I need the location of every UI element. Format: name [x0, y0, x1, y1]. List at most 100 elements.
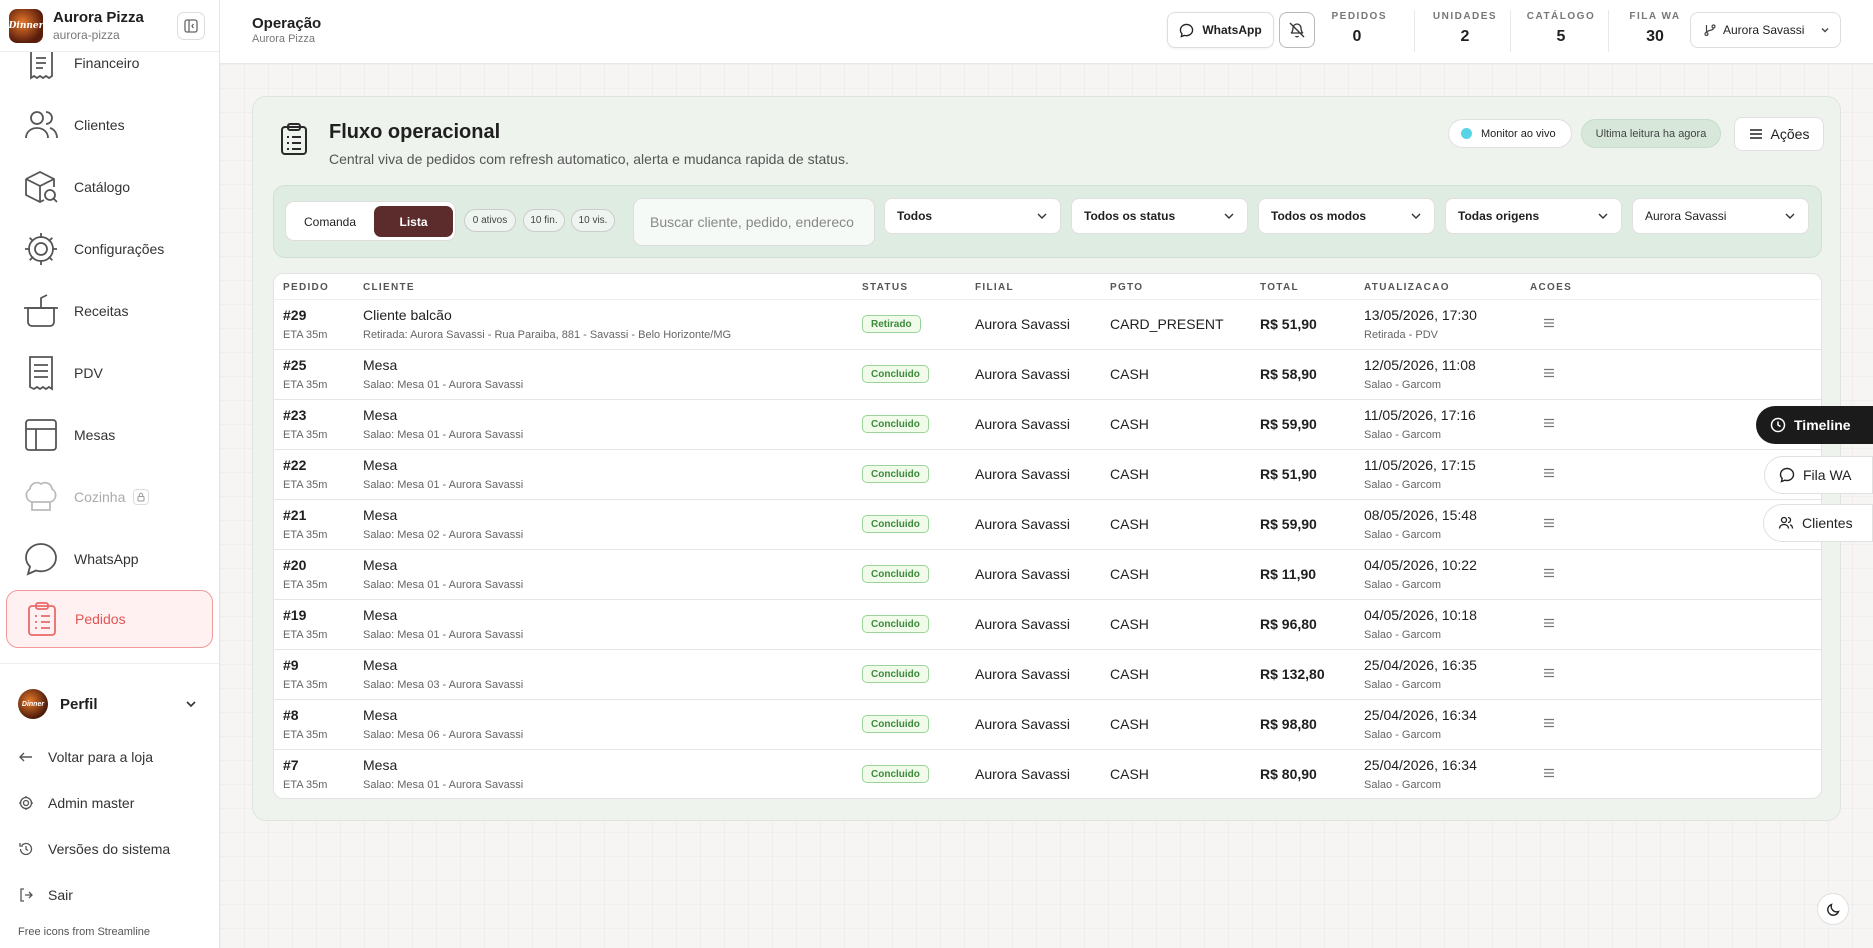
- select-value: Todos: [897, 209, 933, 223]
- table-row[interactable]: #21 ETA 35m Mesa Salao: Mesa 02 - Aurora Sa…: [274, 500, 1821, 550]
- status-badge[interactable]: Concluido: [862, 565, 929, 583]
- order-id[interactable]: #23: [283, 407, 306, 423]
- clientes-button[interactable]: Clientes: [1763, 504, 1873, 542]
- row-actions-menu-icon[interactable]: [1542, 366, 1556, 380]
- row-actions-menu-icon[interactable]: [1542, 666, 1556, 680]
- system-versions-link[interactable]: Versões do sistema: [0, 826, 219, 872]
- order-id[interactable]: #19: [283, 607, 306, 623]
- live-monitor-toggle[interactable]: Monitor ao vivo: [1448, 119, 1572, 148]
- status-badge[interactable]: Concluido: [862, 715, 929, 733]
- order-address: Salao: Mesa 01 - Aurora Savassi: [363, 429, 524, 441]
- order-id[interactable]: #21: [283, 507, 306, 523]
- table-row[interactable]: #19 ETA 35m Mesa Salao: Mesa 01 - Aurora Sa…: [274, 600, 1821, 650]
- row-actions-menu-icon[interactable]: [1542, 616, 1556, 630]
- sidebar-item-receitas[interactable]: Receitas: [0, 280, 219, 342]
- sidebar-item-configuracoes[interactable]: Configurações: [0, 218, 219, 280]
- order-origin: Salao - Garcom: [1364, 429, 1442, 441]
- active-count-badge: 0 ativos: [464, 209, 516, 232]
- sidebar-item-whatsapp[interactable]: WhatsApp: [0, 528, 219, 590]
- side-link-label: Admin master: [48, 795, 135, 811]
- order-total: R$ 96,80: [1260, 616, 1317, 632]
- sidebar-item-label: PDV: [74, 365, 103, 381]
- order-id[interactable]: #7: [283, 757, 299, 773]
- table-row[interactable]: #7 ETA 35m Mesa Salao: Mesa 01 - Aurora Sav…: [274, 750, 1821, 798]
- icon-credit[interactable]: Free icons from Streamline: [18, 926, 150, 938]
- row-actions-menu-icon[interactable]: [1542, 316, 1556, 330]
- sidebar-item-cozinha[interactable]: Cozinha: [0, 466, 219, 528]
- table-row[interactable]: #25 ETA 35m Mesa Salao: Mesa 01 - Aurora Sa…: [274, 350, 1821, 400]
- status-badge[interactable]: Concluido: [862, 765, 929, 783]
- branch-selector[interactable]: Aurora Savassi: [1690, 12, 1841, 48]
- status-badge[interactable]: Concluido: [862, 665, 929, 683]
- column-header[interactable]: ATUALIZACAO: [1364, 282, 1450, 293]
- search-input[interactable]: [633, 198, 875, 246]
- table-row[interactable]: #23 ETA 35m Mesa Salao: Mesa 01 - Aurora Sa…: [274, 400, 1821, 450]
- column-header[interactable]: CLIENTE: [363, 282, 415, 293]
- table-row[interactable]: #29 ETA 35m Cliente balcão Retirada: Aurora…: [274, 300, 1821, 350]
- row-actions-menu-icon[interactable]: [1542, 566, 1556, 580]
- stat-value: 5: [1556, 28, 1566, 45]
- sidebar-item-pedidos[interactable]: Pedidos: [6, 590, 213, 648]
- timeline-button[interactable]: Timeline: [1756, 406, 1873, 444]
- table-row[interactable]: #22 ETA 35m Mesa Salao: Mesa 01 - Aurora Sa…: [274, 450, 1821, 500]
- order-client: Mesa: [363, 557, 398, 573]
- filter-select-origin[interactable]: Todas origens: [1445, 198, 1622, 234]
- row-actions-menu-icon[interactable]: [1542, 516, 1556, 530]
- row-actions-menu-icon[interactable]: [1542, 416, 1556, 430]
- order-id[interactable]: #9: [283, 657, 299, 673]
- table-row[interactable]: #9 ETA 35m Mesa Salao: Mesa 03 - Aurora Sav…: [274, 650, 1821, 700]
- sidebar-item-pdv[interactable]: PDV: [0, 342, 219, 404]
- order-eta: ETA 35m: [283, 529, 328, 541]
- filter-select-status[interactable]: Todos os status: [1071, 198, 1248, 234]
- whatsapp-button[interactable]: WhatsApp: [1167, 12, 1274, 48]
- column-header[interactable]: TOTAL: [1260, 282, 1299, 293]
- sidebar-item-mesas[interactable]: Mesas: [0, 404, 219, 466]
- column-header[interactable]: FILIAL: [975, 282, 1014, 293]
- order-eta: ETA 35m: [283, 429, 328, 441]
- status-badge[interactable]: Concluido: [862, 415, 929, 433]
- fila-wa-button[interactable]: Fila WA: [1764, 456, 1873, 494]
- view-comanda-button[interactable]: Comanda: [290, 206, 370, 237]
- table-row[interactable]: #8 ETA 35m Mesa Salao: Mesa 06 - Aurora Sav…: [274, 700, 1821, 750]
- column-header[interactable]: PEDIDO: [283, 282, 329, 293]
- sidebar-collapse-button[interactable]: [177, 12, 205, 40]
- view-lista-button[interactable]: Lista: [374, 206, 453, 237]
- status-badge[interactable]: Concluido: [862, 365, 929, 383]
- filter-select-branch[interactable]: Aurora Savassi: [1632, 198, 1809, 234]
- order-id[interactable]: #22: [283, 457, 306, 473]
- chat-bubble-icon: [1180, 23, 1194, 38]
- actions-button[interactable]: Ações: [1734, 117, 1824, 151]
- filter-select-mode[interactable]: Todos os modos: [1258, 198, 1435, 234]
- row-actions-menu-icon[interactable]: [1542, 766, 1556, 780]
- status-badge[interactable]: Concluido: [862, 515, 929, 533]
- profile-menu[interactable]: Dinner Perfil: [0, 674, 219, 734]
- table-row[interactable]: #20 ETA 35m Mesa Salao: Mesa 01 - Aurora Sa…: [274, 550, 1821, 600]
- back-to-store-link[interactable]: Voltar para a loja: [0, 734, 219, 780]
- order-id[interactable]: #20: [283, 557, 306, 573]
- admin-master-link[interactable]: Admin master: [0, 780, 219, 826]
- order-id[interactable]: #25: [283, 357, 306, 373]
- notifications-toggle[interactable]: [1279, 12, 1315, 48]
- stat-divider: [1608, 10, 1609, 52]
- orders-table: PEDIDO CLIENTE STATUS FILIAL PGTO TOTAL …: [273, 273, 1822, 799]
- sidebar-item-catalogo[interactable]: Catálogo: [0, 156, 219, 218]
- menu-icon: [1749, 129, 1762, 139]
- order-id[interactable]: #29: [283, 307, 306, 323]
- row-actions-menu-icon[interactable]: [1542, 466, 1556, 480]
- sidebar-item-clientes[interactable]: Clientes: [0, 94, 219, 156]
- sidebar-item-label: Pedidos: [75, 611, 126, 627]
- last-read-badge: Ultima leitura ha agora: [1581, 119, 1721, 148]
- order-filial: Aurora Savassi: [975, 666, 1070, 682]
- column-header[interactable]: PGTO: [1110, 282, 1143, 293]
- status-badge[interactable]: Retirado: [862, 315, 921, 333]
- row-actions-menu-icon[interactable]: [1542, 716, 1556, 730]
- theme-toggle[interactable]: [1817, 893, 1849, 925]
- side-link-label: Voltar para a loja: [48, 749, 154, 765]
- status-badge[interactable]: Concluido: [862, 615, 929, 633]
- logout-link[interactable]: Sair: [0, 872, 219, 918]
- filter-select-period[interactable]: Todos: [884, 198, 1061, 234]
- status-badge[interactable]: Concluido: [862, 465, 929, 483]
- order-id[interactable]: #8: [283, 707, 299, 723]
- column-header[interactable]: STATUS: [862, 282, 908, 293]
- brand-logo[interactable]: Dinner: [9, 8, 43, 43]
